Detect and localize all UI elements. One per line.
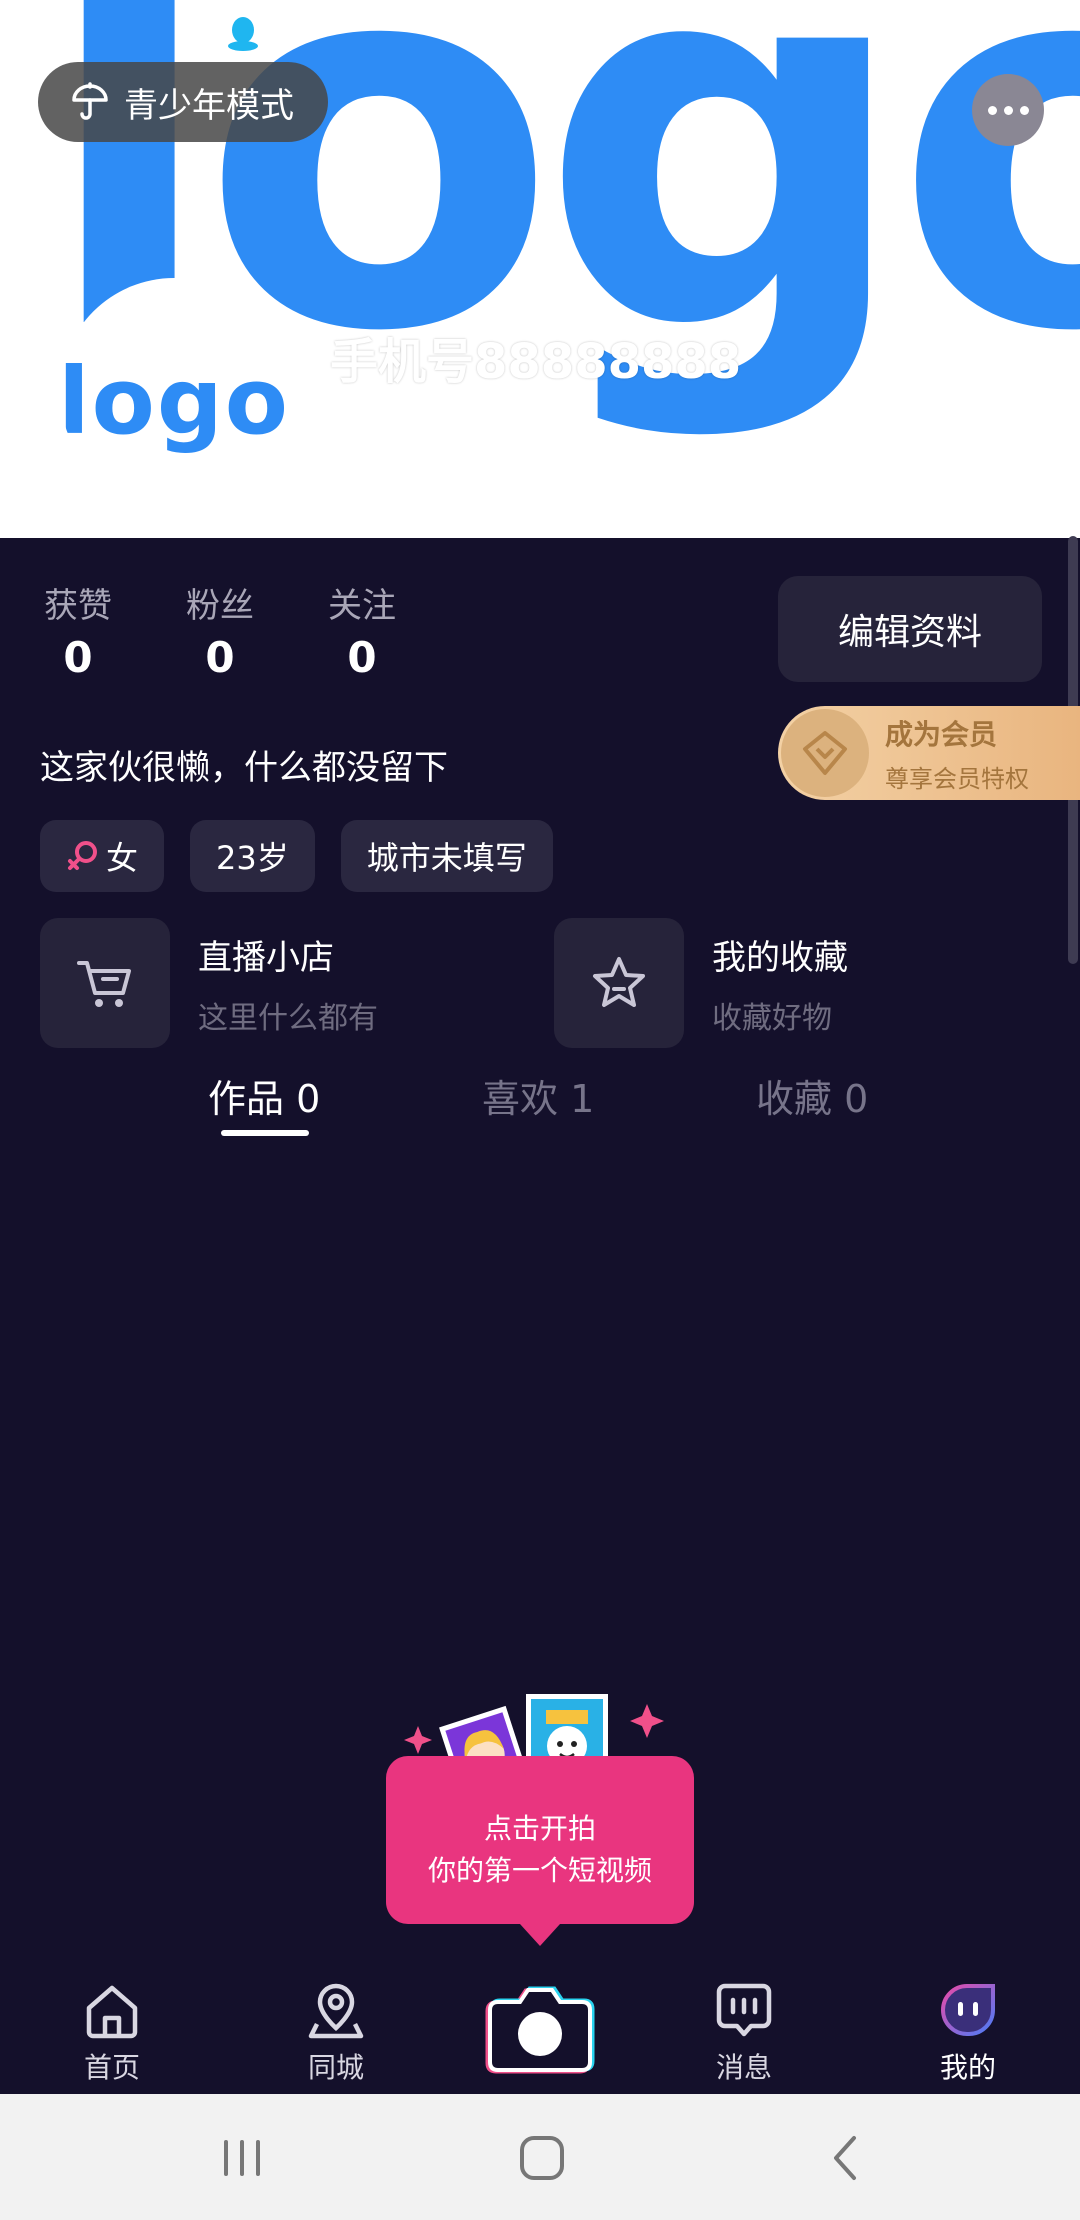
stat-value: 0 bbox=[347, 633, 377, 682]
city-tag[interactable]: 城市未填写 bbox=[340, 820, 553, 892]
umbrella-icon bbox=[72, 82, 108, 120]
nav-home-label: 首页 bbox=[83, 2051, 140, 2084]
recent-apps-icon[interactable] bbox=[212, 2130, 272, 2186]
star-icon bbox=[554, 918, 684, 1048]
stat-label: 获赞 bbox=[44, 586, 112, 626]
profile-cover[interactable]: logo 青少年模式 logo 手机号88888888 bbox=[0, 0, 1080, 538]
nav-me[interactable]: 我的 bbox=[898, 1980, 1038, 2086]
vip-title: 成为会员 bbox=[885, 717, 998, 751]
live-shop-subtitle: 这里什么都有 bbox=[198, 1000, 378, 1036]
stat-value: 0 bbox=[205, 633, 235, 682]
qr-code-icon[interactable] bbox=[500, 418, 544, 462]
me-face-icon bbox=[940, 1984, 995, 2036]
nav-local[interactable]: 同城 bbox=[266, 1980, 406, 2086]
stat-value: 0 bbox=[63, 633, 93, 682]
prompt-line-1: 点击开拍 bbox=[483, 1812, 596, 1845]
more-options-button[interactable] bbox=[972, 74, 1044, 146]
tab-favorites[interactable]: 收藏 0 bbox=[756, 1068, 868, 1123]
cart-icon bbox=[40, 918, 170, 1048]
vip-subtitle: 尊享会员特权 bbox=[885, 764, 1029, 793]
edit-profile-button[interactable]: 编辑资料 bbox=[778, 576, 1042, 682]
location-pin-icon bbox=[308, 1983, 364, 2039]
nav-me-label: 我的 bbox=[939, 2051, 996, 2084]
tab-active-indicator bbox=[221, 1130, 309, 1136]
age-tag[interactable]: 23岁 bbox=[190, 820, 315, 892]
qq-notification-icon bbox=[228, 17, 258, 51]
home-button-icon[interactable] bbox=[512, 2130, 572, 2186]
nav-messages-label: 消息 bbox=[715, 2051, 772, 2084]
camera-shoot-button[interactable] bbox=[482, 1984, 598, 2076]
username: 手机号88888888 bbox=[330, 334, 742, 390]
live-shop-title: 直播小店 bbox=[198, 937, 334, 978]
teen-mode-label: 青少年模式 bbox=[124, 85, 294, 126]
stat-label: 关注 bbox=[328, 586, 396, 626]
more-dots-icon bbox=[987, 105, 997, 115]
stat-followers[interactable]: 粉丝 0 bbox=[182, 578, 258, 682]
nav-home[interactable]: 首页 bbox=[42, 1980, 182, 2086]
home-icon bbox=[86, 1985, 138, 2039]
stat-label: 粉丝 bbox=[186, 586, 254, 626]
gender-label: 女 bbox=[106, 839, 139, 877]
avatar-logo-text: logo bbox=[60, 347, 288, 455]
prompt-line-2: 你的第一个短视频 bbox=[427, 1854, 652, 1887]
my-favorites-entry[interactable]: 我的收藏 收藏好物 bbox=[554, 918, 848, 1048]
system-navigation-bar bbox=[0, 2094, 1080, 2220]
teen-mode-button[interactable]: 青少年模式 bbox=[38, 62, 328, 142]
favorites-subtitle: 收藏好物 bbox=[712, 1000, 832, 1036]
tab-likes[interactable]: 喜欢 1 bbox=[482, 1068, 594, 1123]
favorites-title: 我的收藏 bbox=[712, 937, 848, 978]
back-icon[interactable] bbox=[816, 2130, 876, 2186]
nav-local-label: 同城 bbox=[307, 2051, 364, 2084]
message-icon bbox=[716, 1983, 772, 2037]
stat-following[interactable]: 关注 0 bbox=[324, 578, 400, 682]
avatar[interactable]: logo bbox=[60, 278, 288, 506]
shoot-first-video-prompt[interactable]: 点击开拍 你的第一个短视频 bbox=[386, 1756, 694, 1946]
profile-bio[interactable]: 这家伙很懒，什么都没留下 bbox=[40, 740, 448, 789]
nav-messages[interactable]: 消息 bbox=[674, 1980, 814, 2086]
profile-tags: 女 23岁 城市未填写 bbox=[40, 820, 553, 892]
become-member-banner[interactable]: 成为会员 尊享会员特权 bbox=[778, 706, 1080, 800]
live-shop-entry[interactable]: 直播小店 这里什么都有 bbox=[40, 918, 378, 1048]
gender-tag[interactable]: 女 bbox=[40, 820, 165, 892]
diamond-icon bbox=[781, 709, 869, 797]
tab-works[interactable]: 作品 0 bbox=[208, 1068, 320, 1123]
female-icon bbox=[68, 841, 97, 870]
stat-likes[interactable]: 获赞 0 bbox=[40, 578, 116, 682]
